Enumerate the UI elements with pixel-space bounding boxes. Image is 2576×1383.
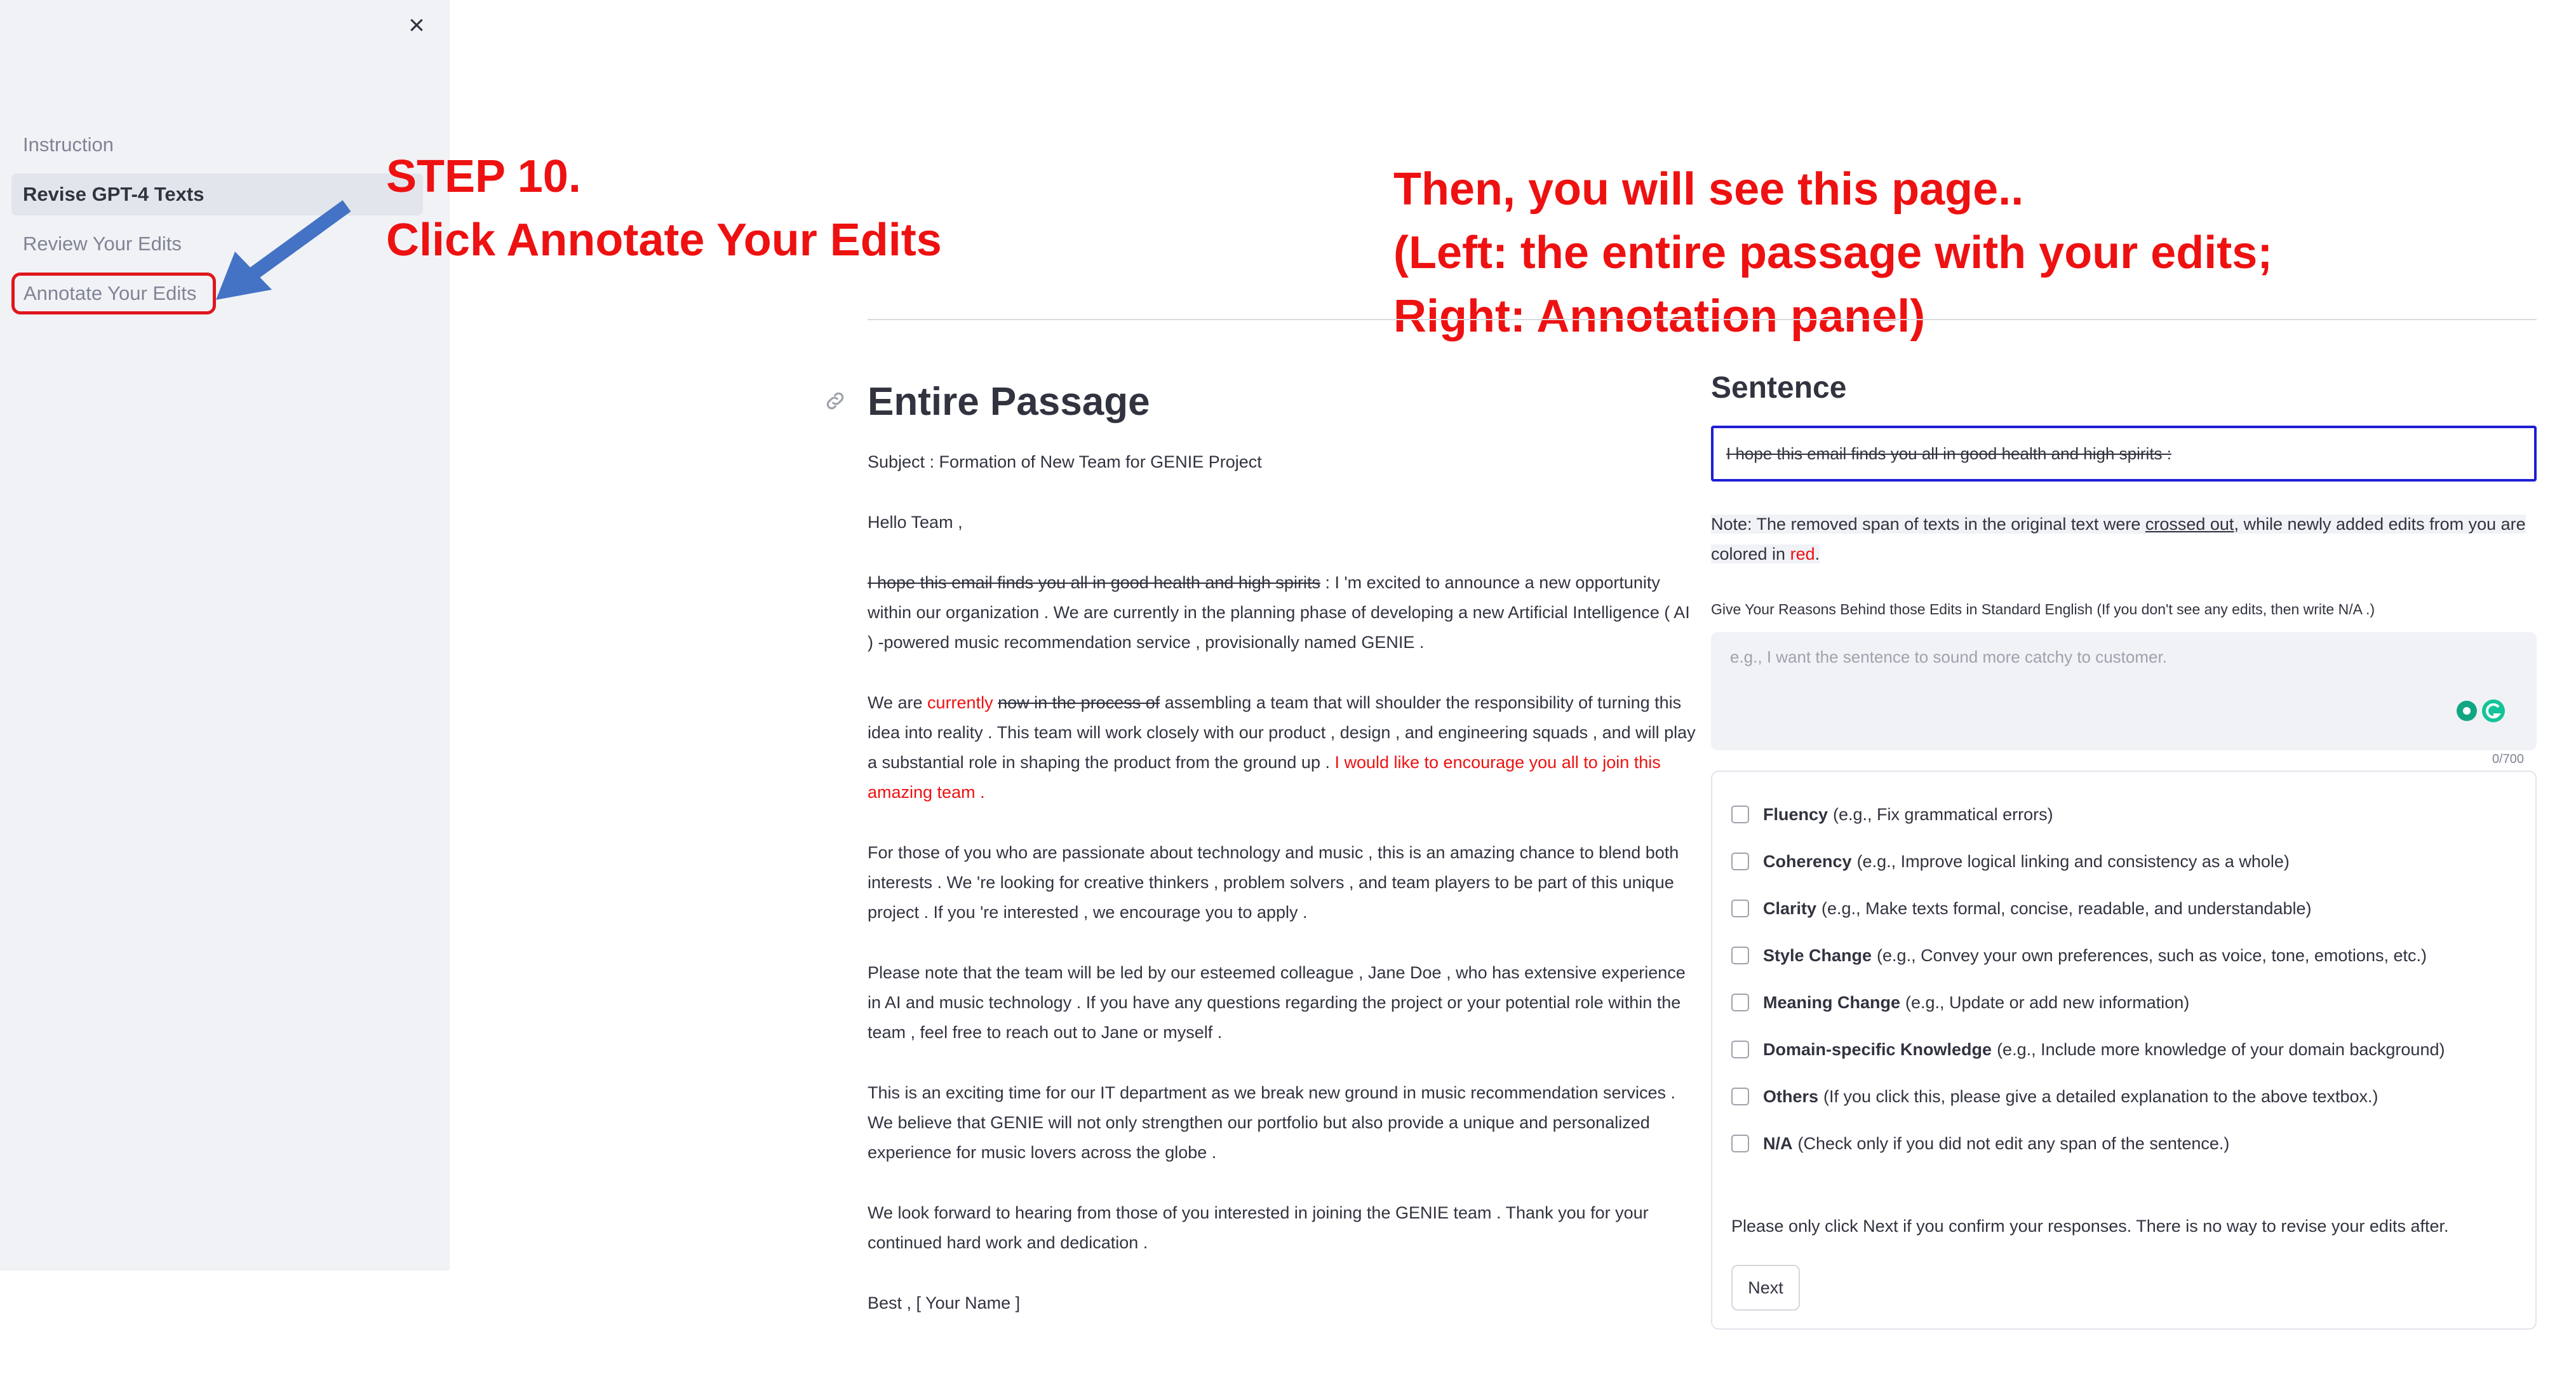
step-instruction: STEP 10. Click Annotate Your Edits [386,145,942,272]
current-sentence-box: I hope this email finds you all in good … [1711,426,2537,482]
close-icon[interactable]: × [399,8,434,43]
note-red: red [1790,544,1815,563]
checkbox[interactable] [1731,994,1749,1011]
then-line-1: Then, you will see this page.. [1393,164,2024,215]
then-line-2: (Left: the entire passage with your edit… [1393,227,2273,278]
option-clarity[interactable]: Clarity (e.g., Make texts formal, concise… [1731,885,2516,932]
checkbox[interactable] [1731,947,1749,964]
link-icon[interactable] [823,389,847,413]
sidebar-item-instruction[interactable]: Instruction [11,124,423,166]
checkbox[interactable] [1731,1088,1749,1105]
option-na[interactable]: N/A (Check only if you did not edit any s… [1731,1120,2516,1167]
passage-paragraph-4: Please note that the team will be led by… [868,963,1686,1042]
checkbox[interactable] [1731,1041,1749,1058]
deleted-span: I hope this email finds you all in good … [1726,444,2171,463]
option-style-change[interactable]: Style Change (e.g., Convey your own prefe… [1731,932,2516,979]
passage-paragraph-3: For those of you who are passionate abou… [868,843,1679,922]
option-desc: (e.g., Update or add new information) [1905,992,2190,1012]
option-desc: (e.g., Include more knowledge of your do… [1997,1039,2445,1059]
option-name: Fluency [1763,804,1828,824]
option-name: Clarity [1763,898,1817,918]
option-desc: (e.g., Make texts formal, concise, reada… [1821,898,2312,918]
note-crossed-out: crossed out [2145,515,2234,534]
checkbox[interactable] [1731,1135,1749,1152]
passage-column: Entire Passage Subject : Formation of Ne… [868,375,1700,1349]
next-button[interactable]: Next [1731,1265,1800,1311]
char-counter: 0/700 [2492,752,2524,766]
sentence-title: Sentence [1711,371,1847,405]
option-name: Meaning Change [1763,992,1901,1012]
annotation-panel: Sentence I hope this email finds you all… [1711,367,2537,1330]
divider [868,319,2537,320]
grammarly-icon[interactable] [2454,696,2511,726]
option-name: Style Change [1763,945,1872,965]
passage-paragraph-6: We look forward to hearing from those of… [868,1203,1649,1252]
reason-placeholder: e.g., I want the sentence to sound more … [1730,647,2167,666]
paragraph-text [993,693,998,712]
passage-title: Entire Passage [868,380,1150,424]
option-others[interactable]: Others (If you click this, please give a … [1731,1073,2516,1120]
passage-paragraph-1: I hope this email finds you all in good … [868,568,1700,658]
option-desc: (e.g., Improve logical linking and consi… [1856,851,2290,871]
added-span: currently [927,693,993,712]
edit-type-checklist: Fluency (e.g., Fix grammatical errors) Co… [1711,771,2537,1330]
pointer-arrow-icon [216,200,351,300]
reason-textarea[interactable]: e.g., I want the sentence to sound more … [1711,632,2537,766]
step-line-2: Click Annotate Your Edits [386,215,942,266]
passage-subject: Subject : Formation of New Team for GENI… [868,452,1262,471]
option-name: Others [1763,1086,1819,1106]
option-desc: (If you click this, please give a detail… [1823,1086,2378,1106]
option-name: Coherency [1763,851,1852,871]
paragraph-text: We are [868,693,928,712]
checkbox[interactable] [1731,900,1749,917]
note-text: . [1815,544,1820,563]
sidebar-item-annotate-your-edits[interactable]: Annotate Your Edits [11,273,216,314]
note-text: Note: The removed span of texts in the o… [1711,515,2145,534]
option-desc: (e.g., Convey your own preferences, such… [1877,945,2427,965]
option-meaning-change[interactable]: Meaning Change (e.g., Update or add new i… [1731,979,2516,1026]
option-name: Domain-specific Knowledge [1763,1039,1992,1059]
option-domain-knowledge[interactable]: Domain-specific Knowledge (e.g., Include … [1731,1026,2516,1073]
reason-label: Give Your Reasons Behind those Edits in … [1711,601,2375,617]
checkbox[interactable] [1731,806,1749,823]
option-name: N/A [1763,1133,1793,1153]
passage-paragraph-2: We are currently now in the process of a… [868,688,1700,807]
option-desc: (Check only if you did not edit any span… [1797,1133,2230,1153]
passage-greeting: Hello Team , [868,513,963,532]
passage-paragraph-5: This is an exciting time for our IT depa… [868,1083,1676,1162]
step-line-1: STEP 10. [386,151,581,202]
edit-note: Note: The removed span of texts in the o… [1711,509,2537,569]
then-line-3: Right: Annotation panel) [1393,291,1926,342]
deleted-span: now in the process of [998,693,1160,712]
option-coherency[interactable]: Coherency (e.g., Improve logical linking … [1731,838,2516,885]
option-desc: (e.g., Fix grammatical errors) [1833,804,2053,824]
option-fluency[interactable]: Fluency (e.g., Fix grammatical errors) [1731,791,2516,838]
confirm-text: Please only click Next if you confirm yo… [1731,1217,2449,1236]
passage-signoff: Best , [ Your Name ] [868,1293,1021,1312]
checkbox[interactable] [1731,853,1749,870]
deleted-span: I hope this email finds you all in good … [868,573,1320,592]
